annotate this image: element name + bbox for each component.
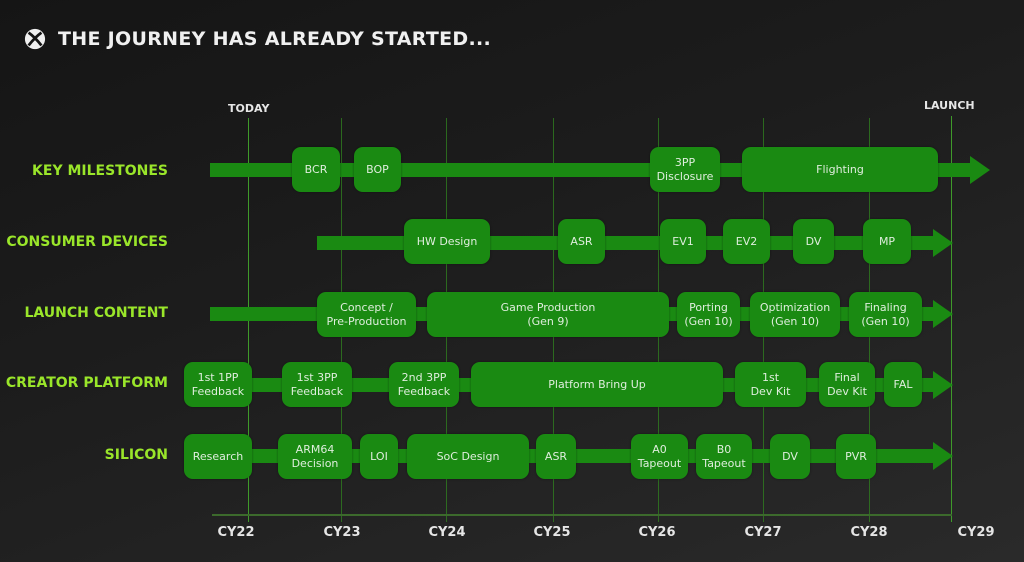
milestone-box: EV1 bbox=[660, 219, 706, 264]
row-label-silicon: SILICON bbox=[104, 447, 168, 463]
today-marker-label: TODAY bbox=[228, 102, 270, 115]
milestone-box: 2nd 3PP Feedback bbox=[389, 362, 459, 407]
arrow-key-milestones bbox=[970, 156, 990, 184]
row-label-key-milestones: KEY MILESTONES bbox=[32, 163, 168, 179]
axis-tick-label: CY22 bbox=[217, 525, 255, 540]
milestone-box: BOP bbox=[354, 147, 401, 192]
axis-tick-label: CY25 bbox=[533, 525, 571, 540]
milestone-box: 1st 1PP Feedback bbox=[184, 362, 252, 407]
milestone-box: Research bbox=[184, 434, 252, 479]
slide-header: THE JOURNEY HAS ALREADY STARTED... bbox=[24, 28, 491, 50]
milestone-box: B0 Tapeout bbox=[696, 434, 752, 479]
milestone-box: Platform Bring Up bbox=[471, 362, 723, 407]
milestone-box: SoC Design bbox=[407, 434, 529, 479]
milestone-box: DV bbox=[793, 219, 834, 264]
milestone-box: 3PP Disclosure bbox=[650, 147, 720, 192]
axis-tick-label: CY24 bbox=[428, 525, 466, 540]
milestone-box: DV bbox=[770, 434, 810, 479]
axis-tick-label: CY23 bbox=[323, 525, 361, 540]
milestone-box: Optimization (Gen 10) bbox=[750, 292, 840, 337]
milestone-box: A0 Tapeout bbox=[631, 434, 688, 479]
arrow-consumer-devices bbox=[933, 229, 953, 257]
milestone-box: ASR bbox=[536, 434, 576, 479]
milestone-box: FAL bbox=[884, 362, 922, 407]
arrow-silicon bbox=[933, 442, 953, 470]
milestone-box: 1st Dev Kit bbox=[735, 362, 806, 407]
milestone-box: PVR bbox=[836, 434, 876, 479]
axis-tick-label: CY29 bbox=[957, 525, 995, 540]
axis-tick-label: CY26 bbox=[638, 525, 676, 540]
milestone-box: ARM64 Decision bbox=[278, 434, 352, 479]
xbox-logo-icon bbox=[24, 28, 46, 50]
milestone-box: MP bbox=[863, 219, 911, 264]
milestone-box: EV2 bbox=[723, 219, 770, 264]
arrow-launch-content bbox=[933, 300, 953, 328]
row-label-launch-content: LAUNCH CONTENT bbox=[24, 305, 168, 321]
milestone-box: Game Production (Gen 9) bbox=[427, 292, 669, 337]
arrow-creator-platform bbox=[933, 371, 953, 399]
milestone-box: LOI bbox=[360, 434, 398, 479]
timeline-axis bbox=[212, 514, 952, 516]
milestone-box: ASR bbox=[558, 219, 605, 264]
axis-tick-label: CY28 bbox=[850, 525, 888, 540]
milestone-box: Porting (Gen 10) bbox=[677, 292, 740, 337]
milestone-box: HW Design bbox=[404, 219, 490, 264]
milestone-box: Finaling (Gen 10) bbox=[849, 292, 922, 337]
row-label-consumer-devices: CONSUMER DEVICES bbox=[6, 234, 168, 250]
milestone-box: Final Dev Kit bbox=[819, 362, 875, 407]
slide-title: THE JOURNEY HAS ALREADY STARTED... bbox=[58, 28, 491, 50]
milestone-box: Flighting bbox=[742, 147, 938, 192]
launch-marker-label: LAUNCH bbox=[924, 99, 975, 112]
milestone-box: 1st 3PP Feedback bbox=[282, 362, 352, 407]
milestone-box: Concept / Pre-Production bbox=[317, 292, 416, 337]
row-label-creator-platform: CREATOR PLATFORM bbox=[5, 375, 168, 391]
milestone-box: BCR bbox=[292, 147, 340, 192]
axis-tick-label: CY27 bbox=[744, 525, 782, 540]
